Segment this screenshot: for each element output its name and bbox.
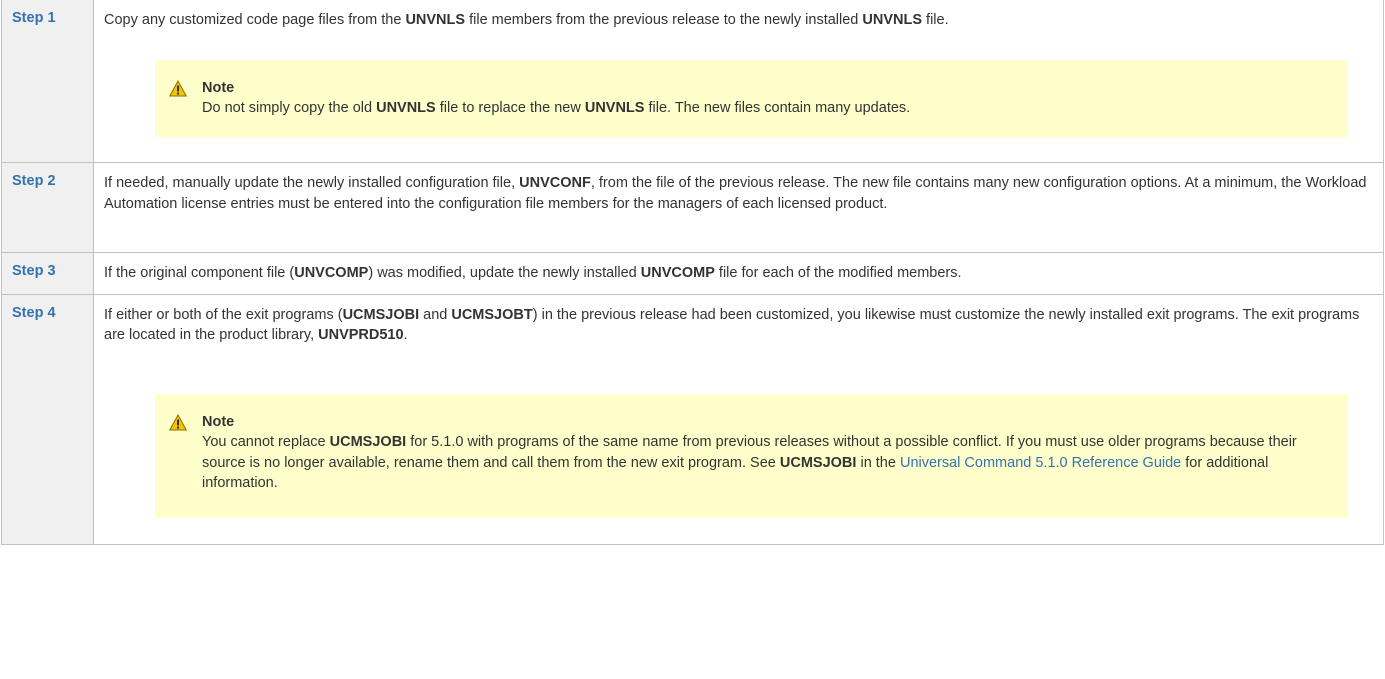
step-row-3: Step 3 If the original component file (U…	[1, 252, 1384, 295]
step-text: If the original component file (UNVCOMP)…	[104, 265, 962, 281]
step-label: Step 1	[1, 0, 94, 163]
step-label: Step 3	[1, 252, 94, 295]
step-body: If either or both of the exit programs (…	[93, 293, 1384, 545]
note-title: Note	[202, 413, 235, 430]
step-label: Step 4	[1, 293, 94, 545]
step-label: Step 2	[1, 162, 94, 253]
step-body: If needed, manually update the newly ins…	[93, 162, 1384, 253]
note-text: You cannot replace UCMSJOBI for 5.1.0 wi…	[202, 434, 1297, 492]
note-panel: Note Do not simply copy the old UNVNLS f…	[155, 59, 1348, 137]
note-text: Do not simply copy the old UNVNLS file t…	[202, 100, 911, 117]
step-text: If either or both of the exit programs (…	[104, 306, 1360, 344]
step-text: Copy any customized code page files from…	[104, 12, 949, 28]
step-body: Copy any customized code page files from…	[93, 0, 1384, 163]
warning-triangle-icon	[169, 79, 187, 97]
steps-table: Step 1 Copy any customized code page fil…	[1, 0, 1384, 545]
step-text: If needed, manually update the newly ins…	[104, 175, 1367, 212]
step-row-1: Step 1 Copy any customized code page fil…	[1, 0, 1384, 163]
step-row-2: Step 2 If needed, manually update the ne…	[1, 162, 1384, 253]
note-title: Note	[202, 79, 235, 96]
warning-triangle-icon	[169, 413, 187, 431]
note-panel: Note You cannot replace UCMSJOBI for 5.1…	[155, 393, 1348, 519]
reference-guide-link[interactable]: Universal Command 5.1.0 Reference Guide	[900, 455, 1181, 471]
step-row-4: Step 4 If either or both of the exit pro…	[1, 293, 1384, 545]
step-body: If the original component file (UNVCOMP)…	[93, 252, 1384, 295]
